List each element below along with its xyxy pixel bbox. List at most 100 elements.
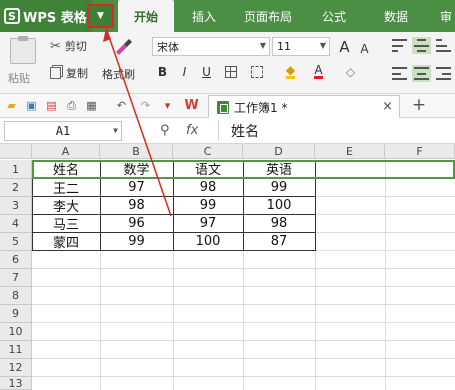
cell-style-button[interactable] — [248, 63, 265, 80]
tab-insert[interactable]: 插入 — [192, 0, 216, 32]
cell-a1[interactable]: 姓名 — [32, 160, 100, 178]
tab-review[interactable]: 审 — [440, 0, 452, 32]
cell-c3[interactable]: 99 — [173, 197, 243, 214]
cell-b2[interactable]: 97 — [100, 179, 173, 196]
row-header-12[interactable]: 12 — [0, 359, 32, 377]
chevron-down-icon: ▼ — [113, 126, 118, 135]
cell-a4[interactable]: 马三 — [32, 215, 100, 233]
cut-button[interactable]: ✂ 剪切 — [50, 38, 87, 54]
cell-d5[interactable]: 87 — [243, 233, 315, 250]
italic-button[interactable]: I — [176, 63, 193, 80]
select-all-corner[interactable] — [0, 144, 32, 159]
column-header-d[interactable]: D — [243, 144, 315, 159]
align-center-button[interactable] — [412, 65, 431, 82]
cell-b4[interactable]: 96 — [100, 215, 173, 232]
shrink-font-button[interactable]: A — [356, 40, 373, 57]
app-menu-dropdown-button[interactable]: ▼ — [87, 4, 114, 28]
borders-button[interactable] — [222, 63, 239, 80]
align-middle-button[interactable] — [412, 37, 431, 54]
cell-c4[interactable]: 97 — [173, 215, 243, 232]
print-preview-icon[interactable]: ▦ — [84, 98, 99, 113]
chevron-down-icon: ▼ — [319, 41, 326, 50]
underline-button[interactable]: U — [198, 63, 215, 80]
row-header-7[interactable]: 7 — [0, 269, 32, 287]
worksheet-grid[interactable]: ABCDEF 1 2 3 4 5 6 7 8 9 10 11 12 13 姓名 数学 语文 英语 王二 97 98 9… — [0, 144, 455, 390]
cell-d4[interactable]: 98 — [243, 215, 315, 232]
export-pdf-icon[interactable]: ▤ — [44, 98, 59, 113]
document-tab[interactable]: 工作簿1 * × — [208, 95, 400, 118]
row-header-8[interactable]: 8 — [0, 287, 32, 305]
tab-data[interactable]: 数据 — [384, 0, 408, 32]
gridline — [385, 159, 386, 390]
grow-font-icon: A — [339, 37, 350, 56]
cell-a5[interactable]: 蒙四 — [32, 233, 100, 251]
chevron-down-icon: ▼ — [259, 41, 266, 50]
undo-icon[interactable]: ↶ — [114, 98, 129, 113]
app-logo[interactable]: S WPS 表格 — [0, 0, 92, 32]
grow-font-button[interactable]: A — [336, 37, 353, 56]
font-size-select[interactable]: 11 ▼ — [272, 37, 330, 56]
eraser-icon: ◇ — [345, 64, 356, 79]
row-header-6[interactable]: 6 — [0, 251, 32, 269]
column-header-a[interactable]: A — [32, 144, 100, 159]
underline-icon: U — [202, 64, 211, 79]
column-header-e[interactable]: E — [315, 144, 385, 159]
wps-spreadsheet-window: S WPS 表格 ▼ 开始 插入 页面布局 公式 数据 审 粘贴 ✂ 剪切 复制 — [0, 0, 455, 390]
row-header-1[interactable]: 1 — [0, 160, 32, 179]
align-top-button[interactable] — [392, 39, 407, 52]
new-tab-button[interactable]: + — [410, 95, 428, 115]
row-header-10[interactable]: 10 — [0, 323, 32, 341]
column-header-c[interactable]: C — [173, 144, 243, 159]
row-header-5[interactable]: 5 — [0, 233, 32, 251]
search-icon[interactable]: ⚲ — [160, 123, 170, 138]
format-painter-label: 格式刷 — [102, 68, 135, 81]
row-header-11[interactable]: 11 — [0, 341, 32, 359]
cell-d1[interactable]: 英语 — [243, 160, 315, 178]
cell-c2[interactable]: 98 — [173, 179, 243, 196]
copy-button[interactable]: 复制 — [50, 65, 88, 81]
brush-icon — [116, 39, 132, 55]
tab-page-layout[interactable]: 页面布局 — [244, 0, 292, 32]
print-icon[interactable]: ⎙ — [64, 98, 79, 113]
app-name: WPS 表格 — [23, 10, 87, 26]
column-header-f[interactable]: F — [385, 144, 455, 159]
row-header-2[interactable]: 2 — [0, 179, 32, 197]
save-icon[interactable]: ▣ — [24, 98, 39, 113]
name-box[interactable]: A1 ▼ — [4, 121, 122, 141]
fill-color-button[interactable]: ◆ — [282, 63, 299, 80]
cell-c5[interactable]: 100 — [173, 233, 243, 250]
paste-label: 粘贴 — [8, 72, 30, 85]
row-header-3[interactable]: 3 — [0, 197, 32, 215]
paste-button[interactable] — [10, 36, 36, 64]
clear-format-button[interactable]: ◇ — [342, 63, 359, 80]
align-bottom-button[interactable] — [436, 39, 451, 52]
redo-icon[interactable]: ↷ — [138, 98, 153, 113]
cell-d3[interactable]: 100 — [243, 197, 315, 214]
row-header-4[interactable]: 4 — [0, 215, 32, 233]
font-color-button[interactable]: A — [310, 63, 327, 80]
cell-c1[interactable]: 语文 — [173, 160, 243, 178]
open-folder-icon[interactable]: ▰ — [4, 98, 19, 113]
align-right-button[interactable] — [436, 67, 451, 80]
font-name-select[interactable]: 宋体 ▼ — [152, 37, 270, 56]
cell-d2[interactable]: 99 — [243, 179, 315, 196]
close-icon[interactable]: × — [382, 99, 393, 114]
cell-a3[interactable]: 李大 — [32, 197, 100, 215]
customize-icon[interactable]: ▾ — [160, 98, 175, 113]
row-header-9[interactable]: 9 — [0, 305, 32, 323]
column-header-b[interactable]: B — [100, 144, 173, 159]
format-painter-button[interactable] — [112, 36, 134, 58]
cell-b3[interactable]: 98 — [100, 197, 173, 214]
shrink-font-icon: A — [360, 41, 369, 56]
cell-b1[interactable]: 数学 — [100, 160, 173, 178]
cell-a2[interactable]: 王二 — [32, 179, 100, 197]
bold-button[interactable]: B — [154, 63, 171, 80]
align-left-button[interactable] — [392, 67, 407, 80]
wps-w-icon[interactable]: W — [184, 98, 199, 113]
insert-function-button[interactable]: fx — [186, 123, 198, 138]
formula-input[interactable]: 姓名 — [218, 121, 455, 141]
row-header-13[interactable]: 13 — [0, 377, 32, 390]
tab-home[interactable]: 开始 — [118, 0, 174, 32]
cell-b5[interactable]: 99 — [100, 233, 173, 250]
tab-formulas[interactable]: 公式 — [322, 0, 346, 32]
